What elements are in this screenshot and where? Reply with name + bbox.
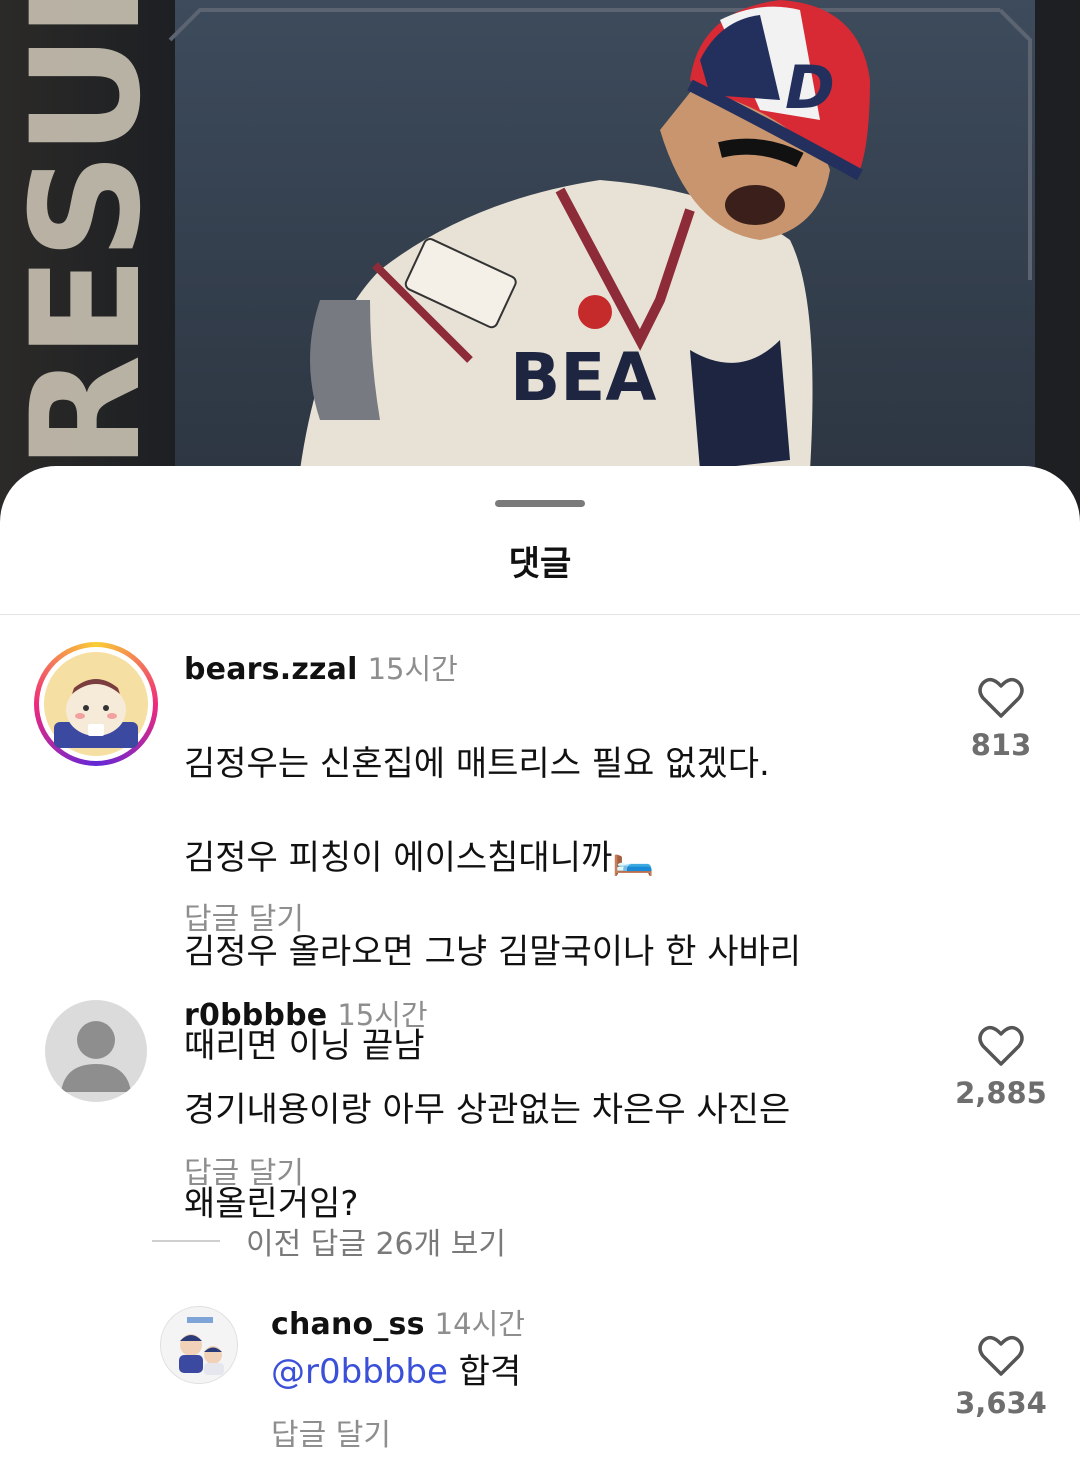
like-control: 2,885 — [936, 1024, 1066, 1110]
comments-sheet: 댓글 bears.zzal 15시간 김정우는 신혼집에 매트리스 필요 없겠다… — [0, 466, 1080, 1461]
comment-username[interactable]: r0bbbbe — [184, 998, 327, 1033]
like-control: 3,634 — [936, 1334, 1066, 1420]
comment-username[interactable]: bears.zzal — [184, 652, 358, 687]
replies-divider-line — [152, 1240, 220, 1242]
reply-text: @r0bbbbe 합격 — [271, 1349, 521, 1396]
comment-time: 15시간 — [367, 652, 458, 686]
sheet-divider — [0, 614, 1080, 615]
like-control: 813 — [936, 676, 1066, 762]
like-count: 3,634 — [955, 1386, 1047, 1420]
svg-text:BEA: BEA — [510, 339, 656, 416]
svg-text:D: D — [785, 53, 835, 123]
like-count: 2,885 — [955, 1076, 1047, 1110]
avatar[interactable] — [45, 1000, 147, 1102]
like-count: 813 — [970, 728, 1032, 762]
heart-icon[interactable] — [977, 1024, 1025, 1068]
reply-username[interactable]: chano_ss — [271, 1307, 425, 1342]
view-replies-label: 이전 답글 26개 보기 — [246, 1227, 506, 1262]
heart-icon[interactable] — [977, 676, 1025, 720]
result-banner-text: RESULT — [0, 0, 174, 470]
comment-line: 김정우는 신혼집에 매트리스 필요 없겠다. — [184, 744, 770, 784]
avatar[interactable] — [160, 1306, 238, 1384]
mention-link[interactable]: @r0bbbbe — [271, 1352, 448, 1392]
comment-time: 15시간 — [337, 998, 428, 1032]
bear-cartoon-icon — [44, 652, 148, 756]
reply-button[interactable]: 답글 달기 — [271, 1410, 391, 1454]
default-person-icon — [61, 1021, 131, 1092]
heart-icon[interactable] — [977, 1334, 1025, 1378]
reply-body: 합격 — [447, 1352, 522, 1392]
reply-time: 14시간 — [434, 1307, 525, 1341]
comment-line: 경기내용이랑 아무 상관없는 차은우 사진은 — [184, 1090, 791, 1130]
avatar[interactable] — [34, 642, 158, 766]
sheet-title: 댓글 — [508, 544, 572, 584]
reply-button[interactable]: 답글 달기 — [184, 1148, 304, 1192]
comment-line: 김정우 피칭이 에이스침대니까🛏️ — [184, 838, 655, 878]
drag-handle[interactable] — [495, 500, 585, 507]
view-previous-replies[interactable]: 이전 답글 26개 보기 — [152, 1221, 506, 1262]
cartoon-players-icon — [179, 1317, 224, 1375]
reply-button[interactable]: 답글 달기 — [184, 894, 304, 938]
